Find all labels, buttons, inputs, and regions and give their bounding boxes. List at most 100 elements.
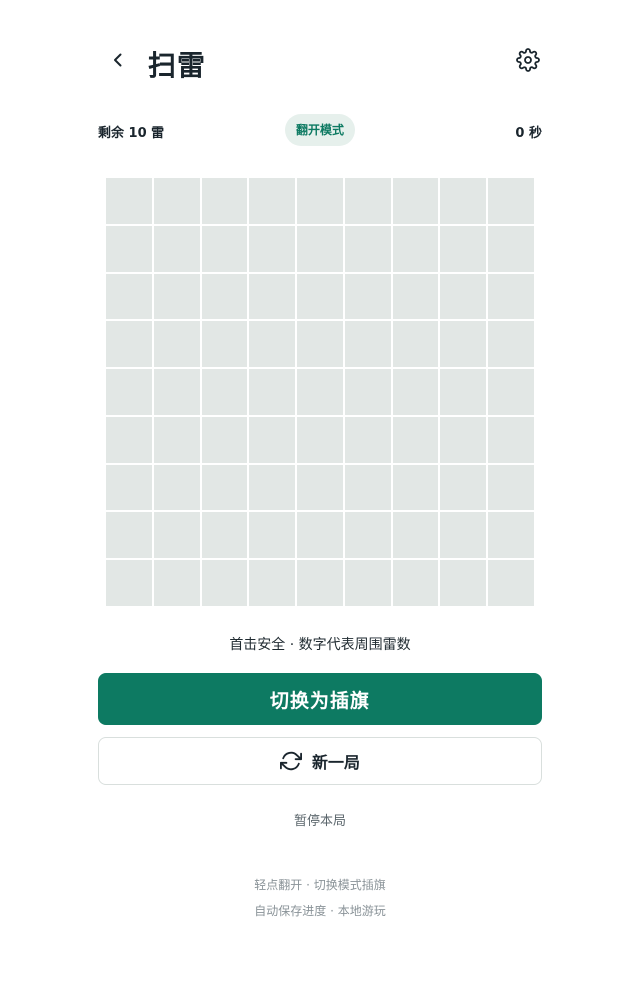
board-cell[interactable] <box>392 225 439 272</box>
board-cell[interactable] <box>392 512 439 559</box>
status-bar: 剩余 10 雷 翻开模式 0 秒 <box>98 114 542 146</box>
board-cell[interactable] <box>392 560 439 606</box>
footer-line-2: 自动保存进度 · 本地游玩 <box>254 904 386 918</box>
board-cell[interactable] <box>344 416 391 463</box>
board-cell[interactable] <box>106 369 152 415</box>
header: 扫雷 <box>98 38 542 86</box>
board-cell[interactable] <box>249 225 296 272</box>
board-cell[interactable] <box>344 369 391 415</box>
board-cell[interactable] <box>249 560 296 606</box>
board-cell[interactable] <box>106 178 152 224</box>
board-cell[interactable] <box>201 225 248 272</box>
board-cell[interactable] <box>153 369 200 415</box>
settings-button[interactable] <box>514 48 542 76</box>
board-cell[interactable] <box>153 416 200 463</box>
board-cell[interactable] <box>201 560 248 606</box>
board-cell[interactable] <box>440 560 487 606</box>
game-board <box>106 178 534 606</box>
board-cell[interactable] <box>153 512 200 559</box>
board-cell[interactable] <box>106 273 152 320</box>
board-cell[interactable] <box>297 273 343 320</box>
board-cell[interactable] <box>297 560 343 606</box>
board-cell[interactable] <box>488 464 534 511</box>
gear-icon <box>516 48 540 76</box>
back-button[interactable] <box>104 48 132 76</box>
board-cell[interactable] <box>106 321 152 368</box>
board-cell[interactable] <box>201 369 248 415</box>
board-cell[interactable] <box>440 225 487 272</box>
board-cell[interactable] <box>392 416 439 463</box>
board-cell[interactable] <box>488 178 534 224</box>
toggle-flag-mode-button[interactable]: 切换为插旗 <box>98 673 542 725</box>
board-cell[interactable] <box>344 178 391 224</box>
board-cell[interactable] <box>440 464 487 511</box>
board-cell[interactable] <box>201 273 248 320</box>
board-cell[interactable] <box>106 560 152 606</box>
board-cell[interactable] <box>249 464 296 511</box>
board-cell[interactable] <box>153 178 200 224</box>
board-cell[interactable] <box>106 512 152 559</box>
board-cell[interactable] <box>440 512 487 559</box>
board-cell[interactable] <box>106 416 152 463</box>
board-cell[interactable] <box>297 225 343 272</box>
mode-badge: 翻开模式 <box>284 114 356 146</box>
board-cell[interactable] <box>153 273 200 320</box>
board-cell[interactable] <box>201 512 248 559</box>
board-cell[interactable] <box>344 512 391 559</box>
board-cell[interactable] <box>297 512 343 559</box>
board-cell[interactable] <box>488 560 534 606</box>
page-title: 扫雷 <box>148 49 207 82</box>
board-cell[interactable] <box>249 416 296 463</box>
board-cell[interactable] <box>201 464 248 511</box>
board-cell[interactable] <box>440 416 487 463</box>
board-cell[interactable] <box>297 416 343 463</box>
board-cell[interactable] <box>344 560 391 606</box>
toggle-flag-mode-label: 切换为插旗 <box>269 689 370 712</box>
board-cell[interactable] <box>344 464 391 511</box>
board-cell[interactable] <box>201 178 248 224</box>
footer-line-1: 轻点翻开 · 切换模式插旗 <box>254 878 386 892</box>
board-cell[interactable] <box>488 369 534 415</box>
board-cell[interactable] <box>153 464 200 511</box>
board-cell[interactable] <box>392 464 439 511</box>
board-cell[interactable] <box>488 321 534 368</box>
board-cell[interactable] <box>392 369 439 415</box>
new-game-button[interactable]: 新一局 <box>98 737 542 785</box>
board-cell[interactable] <box>344 273 391 320</box>
board-cell[interactable] <box>153 321 200 368</box>
pause-game-button[interactable]: 暂停本局 <box>294 814 346 829</box>
board-cell[interactable] <box>392 321 439 368</box>
board-cell[interactable] <box>297 321 343 368</box>
hint-text: 首击安全 · 数字代表周围雷数 <box>229 637 411 653</box>
board-cell[interactable] <box>440 369 487 415</box>
board-cell[interactable] <box>249 273 296 320</box>
board-cell[interactable] <box>488 225 534 272</box>
board-cell[interactable] <box>344 321 391 368</box>
board-cell[interactable] <box>488 512 534 559</box>
board-cell[interactable] <box>392 178 439 224</box>
board-cell[interactable] <box>297 464 343 511</box>
board-cell[interactable] <box>488 416 534 463</box>
board-cell[interactable] <box>201 321 248 368</box>
board-cell[interactable] <box>440 178 487 224</box>
refresh-icon <box>279 750 302 772</box>
board-cell[interactable] <box>249 178 296 224</box>
board-cell[interactable] <box>297 369 343 415</box>
board-cell[interactable] <box>392 273 439 320</box>
board-cell[interactable] <box>249 321 296 368</box>
board-cell[interactable] <box>153 225 200 272</box>
board-cell[interactable] <box>249 512 296 559</box>
board-cell[interactable] <box>106 464 152 511</box>
footer: 轻点翻开 · 切换模式插旗 自动保存进度 · 本地游玩 <box>0 872 640 924</box>
board-cell[interactable] <box>249 369 296 415</box>
board-cell[interactable] <box>344 225 391 272</box>
board-cell[interactable] <box>297 178 343 224</box>
pause-game-link: 暂停本局 <box>0 810 640 829</box>
board-cell[interactable] <box>440 321 487 368</box>
board-cell[interactable] <box>201 416 248 463</box>
board-cell[interactable] <box>153 560 200 606</box>
new-game-label: 新一局 <box>311 753 360 772</box>
board-cell[interactable] <box>106 225 152 272</box>
board-cell[interactable] <box>440 273 487 320</box>
board-cell[interactable] <box>488 273 534 320</box>
